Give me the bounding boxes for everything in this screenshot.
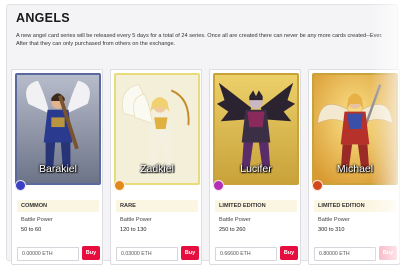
buy-button[interactable]: Buy: [379, 246, 397, 260]
price-field: 0.80000 ETH: [314, 247, 376, 261]
angel-card-barakiel[interactable]: Barakiel COMMON Battle Power 50 to 60 0.…: [11, 69, 103, 265]
price-field: 0.03000 ETH: [116, 247, 178, 261]
buy-button[interactable]: Buy: [181, 246, 199, 260]
battle-power-label: Battle Power: [120, 217, 152, 223]
rarity-gem-icon: [312, 180, 323, 191]
card-name-overlay: Michael: [336, 163, 374, 175]
card-name-overlay: Barakiel: [39, 163, 77, 175]
rarity-badge: LIMITED EDITION: [314, 200, 396, 212]
price-field: 0.00000 ETH: [17, 247, 79, 261]
angel-card-michael[interactable]: Michael LIMITED EDITION Battle Power 300…: [308, 69, 400, 265]
angel-card-lucifer[interactable]: Lucifer LIMITED EDITION Battle Power 250…: [209, 69, 301, 265]
battle-power-value: 120 to 130: [120, 227, 147, 233]
battle-power-value: 300 to 310: [318, 227, 345, 233]
section-title: ANGELS: [16, 11, 70, 25]
card-artwork[interactable]: Barakiel: [15, 73, 101, 185]
section-description: A new angel card series will be released…: [16, 33, 394, 48]
card-artwork[interactable]: Zadkiel: [114, 73, 200, 185]
description-line-2: After that they can only purchased from …: [16, 40, 176, 47]
rarity-gem-icon: [15, 180, 26, 191]
angel-card-zadkiel[interactable]: Zadkiel RARE Battle Power 120 to 130 0.0…: [110, 69, 202, 265]
card-artwork[interactable]: Lucifer: [213, 73, 299, 185]
battle-power-value: 50 to 60: [21, 227, 42, 233]
card-artwork[interactable]: Michael: [312, 73, 398, 185]
angels-panel: ANGELS A new angel card series will be r…: [6, 4, 400, 265]
battle-power-label: Battle Power: [219, 217, 251, 223]
card-name-overlay: Zadkiel: [140, 163, 174, 175]
buy-button[interactable]: Buy: [82, 246, 100, 260]
battle-power-label: Battle Power: [21, 217, 53, 223]
rarity-gem-icon: [213, 180, 224, 191]
rarity-badge: COMMON: [17, 200, 99, 212]
rarity-gem-icon: [114, 180, 125, 191]
battle-power-label: Battle Power: [318, 217, 350, 223]
buy-button[interactable]: Buy: [280, 246, 298, 260]
battle-power-value: 250 to 260: [219, 227, 246, 233]
card-name-overlay: Lucifer: [240, 163, 272, 175]
description-line-1: A new angel card series will be released…: [16, 33, 383, 39]
rarity-badge: RARE: [116, 200, 198, 212]
price-field: 0.66600 ETH: [215, 247, 277, 261]
rarity-badge: LIMITED EDITION: [215, 200, 297, 212]
